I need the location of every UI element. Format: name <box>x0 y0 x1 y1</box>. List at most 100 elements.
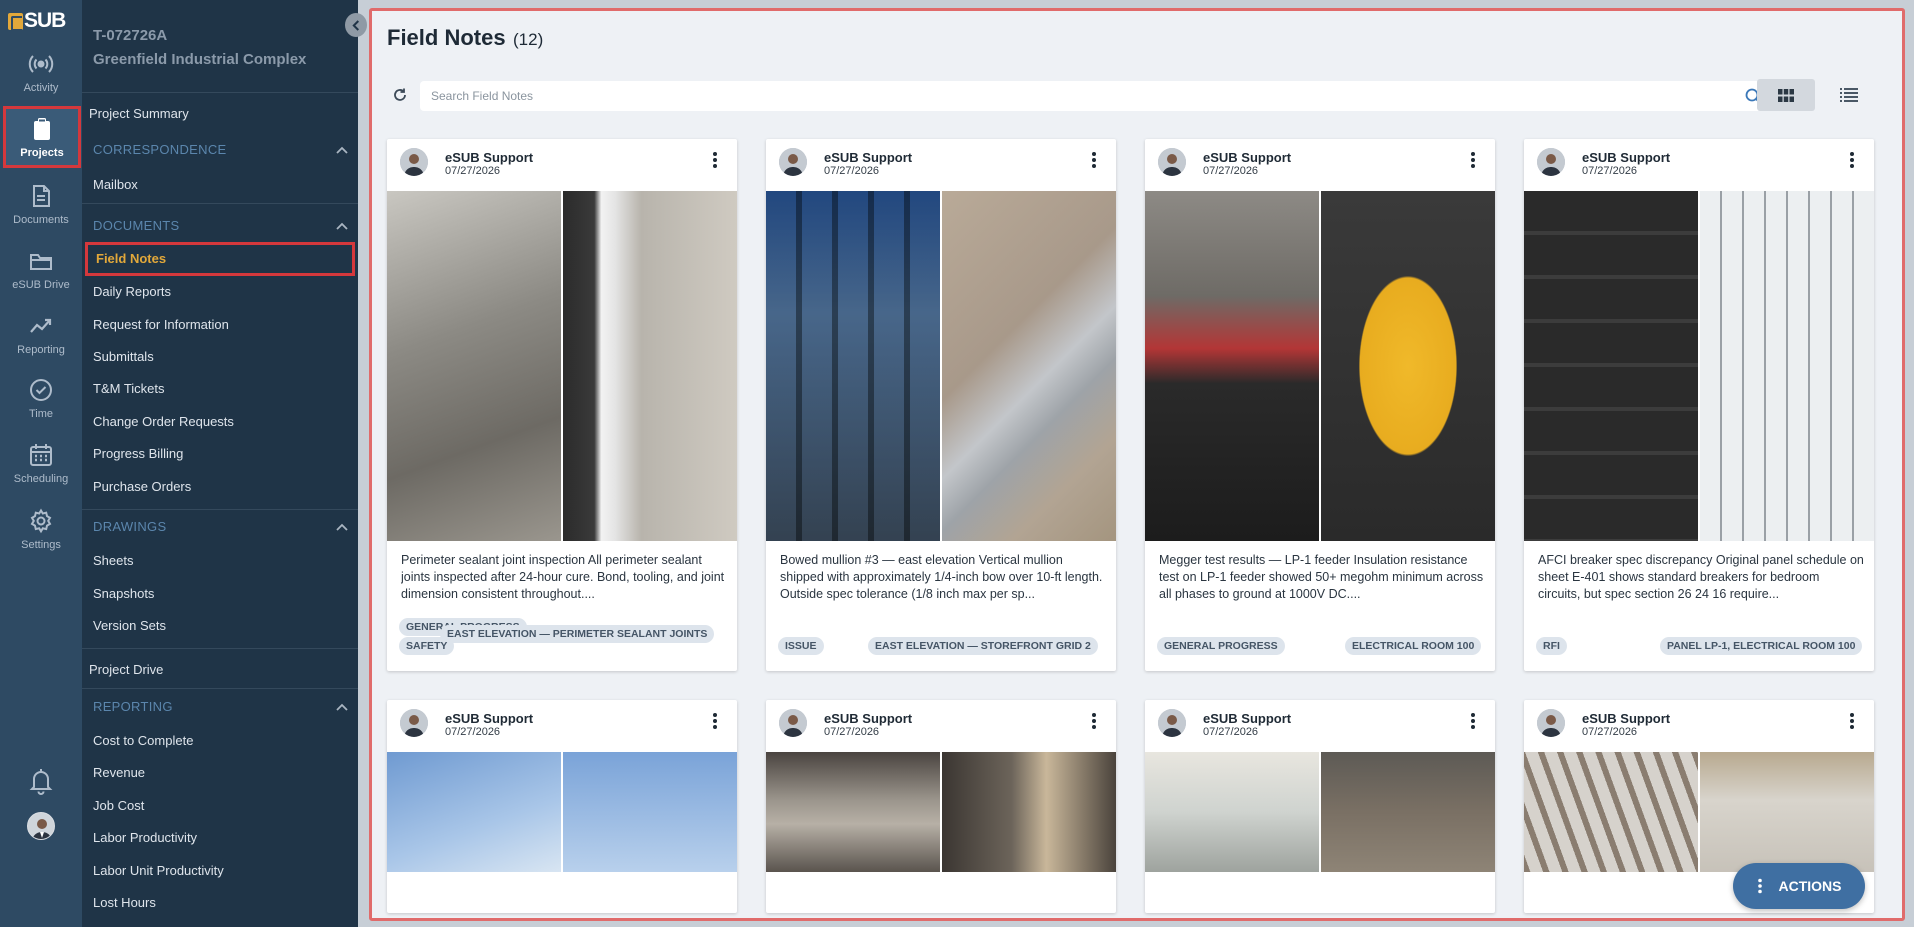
nav-item-daily-reports[interactable]: Daily Reports <box>93 284 171 299</box>
card-photos[interactable] <box>387 752 737 872</box>
nav-item-mailbox[interactable]: Mailbox <box>93 177 138 192</box>
rail-documents[interactable]: Documents <box>0 172 82 236</box>
photo-feeder-lugs[interactable] <box>1145 191 1319 541</box>
card-description: Bowed mullion #3 — east elevation Vertic… <box>780 553 1103 601</box>
field-note-card[interactable]: eSUB Support 07/27/2026 Perimeter sealan… <box>387 139 737 671</box>
nav-item-job-cost[interactable]: Job Cost <box>93 798 144 813</box>
nav-section-correspondence[interactable]: CORRESPONDENCE <box>93 142 348 157</box>
rail-settings[interactable]: Settings <box>0 497 82 561</box>
photo-site-workers[interactable] <box>1321 752 1495 872</box>
nav-item-labor-unit-productivity[interactable]: Labor Unit Productivity <box>93 863 224 878</box>
photo-test-press[interactable] <box>942 752 1116 872</box>
card-photos[interactable] <box>766 752 1116 872</box>
card-tag: GENERAL PROGRESS <box>1157 637 1285 655</box>
card-photos[interactable] <box>1524 752 1874 872</box>
card-photos[interactable] <box>387 191 737 541</box>
gear-icon <box>30 508 52 533</box>
photo-afci-breakers[interactable] <box>1700 191 1874 541</box>
rail-esub-drive[interactable]: eSUB Drive <box>0 237 82 301</box>
photo-aluminum-mullion[interactable] <box>942 191 1116 541</box>
photo-concrete-wall[interactable] <box>1700 752 1874 872</box>
grid-view-button[interactable] <box>1757 79 1815 111</box>
refresh-icon[interactable] <box>392 87 408 103</box>
nav-section-label: REPORTING <box>93 699 173 714</box>
field-note-card[interactable]: eSUB Support 07/27/2026 Megger test resu… <box>1145 139 1495 671</box>
rail-reporting[interactable]: Reporting <box>0 302 82 366</box>
card-photos[interactable] <box>1524 191 1874 541</box>
nav-item-tm-tickets[interactable]: T&M Tickets <box>93 381 165 396</box>
photo-sealant-caulk-gun[interactable] <box>387 191 561 541</box>
field-note-card[interactable]: eSUB Support 07/27/2026 Bowed mullion #3… <box>766 139 1116 671</box>
search-bar <box>420 81 1771 111</box>
more-vertical-icon[interactable] <box>712 712 718 730</box>
document-icon <box>33 184 50 207</box>
photo-megger-meter[interactable] <box>1321 191 1495 541</box>
photo-sky-wires[interactable] <box>563 752 737 872</box>
card-author: eSUB Support <box>1582 711 1671 726</box>
rail-scheduling-label: Scheduling <box>13 472 69 485</box>
nav-item-snapshots[interactable]: Snapshots <box>93 586 154 601</box>
rail-activity-label: Activity <box>23 81 59 94</box>
chevron-up-icon <box>336 523 348 531</box>
card-description: AFCI breaker spec discrepancy Original p… <box>1538 553 1864 601</box>
rail-time[interactable]: Time <box>0 366 82 430</box>
activity-icon <box>28 54 54 73</box>
photo-rebar-frost[interactable] <box>1524 752 1698 872</box>
nav-item-change-order-requests[interactable]: Change Order Requests <box>93 414 234 429</box>
clock-check-icon <box>30 378 52 401</box>
photo-crane-sky[interactable] <box>387 752 561 872</box>
nav-item-labor-productivity[interactable]: Labor Productivity <box>93 830 197 845</box>
nav-section-documents[interactable]: DOCUMENTS <box>93 218 348 233</box>
esub-logo[interactable]: SUB <box>8 9 66 32</box>
nav-item-submittals[interactable]: Submittals <box>93 349 154 364</box>
card-photos[interactable] <box>1145 191 1495 541</box>
field-note-card[interactable]: eSUB Support 07/27/2026 <box>766 700 1116 913</box>
nav-divider <box>82 509 358 510</box>
nav-section-drawings[interactable]: DRAWINGS <box>93 519 348 534</box>
rail-activity[interactable]: Activity <box>0 40 82 104</box>
rail-scheduling[interactable]: Scheduling <box>0 431 82 495</box>
nav-project-summary[interactable]: Project Summary <box>89 106 189 121</box>
more-vertical-icon[interactable] <box>1470 151 1476 169</box>
card-photos[interactable] <box>1145 752 1495 872</box>
rail-projects[interactable]: Projects <box>3 106 81 168</box>
nav-item-version-sets[interactable]: Version Sets <box>93 618 166 633</box>
nav-item-rfi[interactable]: Request for Information <box>93 317 229 332</box>
card-photos[interactable] <box>766 191 1116 541</box>
nav-item-field-notes[interactable]: Field Notes <box>85 242 355 276</box>
esub-logo-text: SUB <box>24 9 66 32</box>
photo-storefront-framing[interactable] <box>766 191 940 541</box>
nav-item-revenue[interactable]: Revenue <box>93 765 145 780</box>
nav-item-purchase-orders[interactable]: Purchase Orders <box>93 479 191 494</box>
photo-concrete-cylinders[interactable] <box>766 752 940 872</box>
nav-item-progress-billing[interactable]: Progress Billing <box>93 446 183 461</box>
project-nav: T-072726A Greenfield Industrial Complex … <box>82 0 358 927</box>
field-note-card[interactable]: eSUB Support 07/27/2026 <box>1145 700 1495 913</box>
notifications-bell-icon[interactable] <box>26 766 56 796</box>
collapse-nav-button[interactable] <box>345 13 367 37</box>
field-note-card[interactable]: eSUB Support 07/27/2026 AFCI breaker spe… <box>1524 139 1874 671</box>
photo-classroom-desks[interactable] <box>1145 752 1319 872</box>
nav-section-reporting[interactable]: REPORTING <box>93 699 348 714</box>
folder-icon <box>30 253 52 270</box>
more-vertical-icon[interactable] <box>1849 712 1855 730</box>
actions-button[interactable]: ACTIONS <box>1733 863 1865 909</box>
list-view-button[interactable] <box>1820 79 1878 111</box>
nav-divider <box>82 92 358 93</box>
more-vertical-icon[interactable] <box>1470 712 1476 730</box>
more-vertical-icon[interactable] <box>1091 151 1097 169</box>
search-input[interactable] <box>431 81 1731 111</box>
nav-item-sheets[interactable]: Sheets <box>93 553 133 568</box>
nav-item-lost-hours[interactable]: Lost Hours <box>93 895 156 910</box>
photo-sealant-joint-frame[interactable] <box>563 191 737 541</box>
nav-item-cost-to-complete[interactable]: Cost to Complete <box>93 733 193 748</box>
field-note-card[interactable]: eSUB Support 07/27/2026 <box>387 700 737 913</box>
author-avatar <box>1158 148 1186 176</box>
more-vertical-icon[interactable] <box>712 151 718 169</box>
photo-breaker-panel[interactable] <box>1524 191 1698 541</box>
nav-project-drive[interactable]: Project Drive <box>89 662 163 677</box>
more-vertical-icon[interactable] <box>1091 712 1097 730</box>
nav-section-label: DOCUMENTS <box>93 218 180 233</box>
user-avatar[interactable] <box>27 812 55 840</box>
more-vertical-icon[interactable] <box>1849 151 1855 169</box>
